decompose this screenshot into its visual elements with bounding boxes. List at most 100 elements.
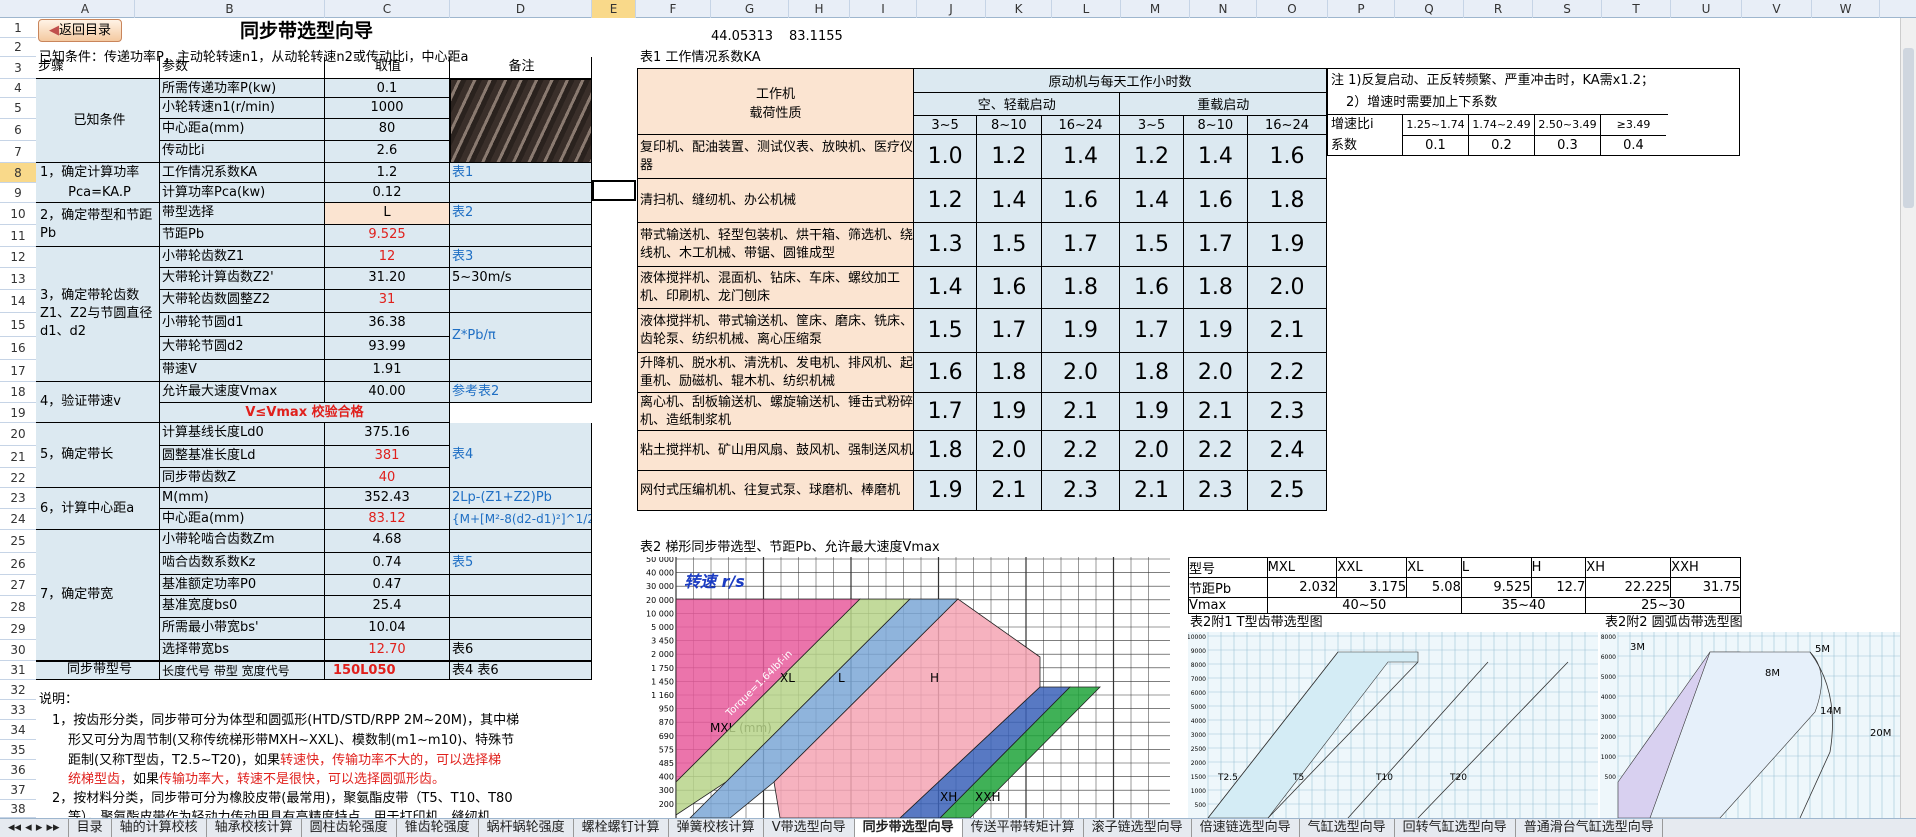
row-header[interactable]: 38 <box>0 800 36 818</box>
ka-value[interactable]: 1.8 <box>1119 352 1184 393</box>
value-cell[interactable]: 1.2 <box>325 163 450 183</box>
ka-value[interactable]: 2.3 <box>1247 392 1327 431</box>
row-header[interactable]: 36 <box>0 760 36 780</box>
ka-value[interactable]: 1.9 <box>912 470 978 511</box>
row-header[interactable]: 16 <box>0 337 36 360</box>
note-link[interactable]: 表4 <box>450 423 592 488</box>
ka-value[interactable]: 2.1 <box>976 470 1042 511</box>
column-header[interactable]: J <box>917 0 986 18</box>
sheet-tab[interactable]: 气缸选型向导 <box>1300 819 1395 837</box>
value-cell[interactable]: 10.04 <box>325 618 450 640</box>
row-header[interactable]: 24 <box>0 509 36 530</box>
column-header[interactable]: Q <box>1395 0 1464 18</box>
ka-value[interactable]: 2.2 <box>1040 430 1121 471</box>
row-header[interactable]: 23 <box>0 488 36 509</box>
value-cell[interactable]: 12.70 <box>325 640 450 661</box>
cell-g1[interactable]: 44.05313 <box>711 27 773 47</box>
selected-cell[interactable] <box>592 180 636 201</box>
ka-value[interactable]: 1.6 <box>1119 266 1184 309</box>
value-cell[interactable]: 93.99 <box>325 337 450 360</box>
row-header[interactable]: 25 <box>0 530 36 553</box>
row-header[interactable]: 3 <box>0 57 36 79</box>
column-header[interactable]: B <box>135 0 325 18</box>
ka-value[interactable]: 2.3 <box>1182 470 1249 511</box>
pitch-value[interactable]: 9.525 <box>1460 577 1532 598</box>
column-header[interactable]: M <box>1121 0 1190 18</box>
row-header[interactable]: 34 <box>0 720 36 740</box>
ka-value[interactable]: 1.7 <box>976 308 1042 353</box>
value-cell[interactable]: L <box>325 203 450 225</box>
row-header[interactable]: 35 <box>0 740 36 760</box>
row-header[interactable]: 9 <box>0 183 36 203</box>
row-header[interactable]: 5 <box>0 98 36 119</box>
ka-value[interactable]: 2.0 <box>1119 430 1184 471</box>
ka-value[interactable]: 2.1 <box>1119 470 1184 511</box>
row-header[interactable]: 26 <box>0 553 36 575</box>
ka-value[interactable]: 1.9 <box>1247 222 1327 267</box>
sheet-tab[interactable]: 螺栓螺钉计算 <box>574 819 669 837</box>
value-cell[interactable]: 25.4 <box>325 596 450 618</box>
sheet-tab[interactable]: 滚子链选型向导 <box>1084 819 1192 837</box>
row-header[interactable]: 10 <box>0 203 36 225</box>
row-header[interactable]: 33 <box>0 700 36 720</box>
row-header[interactable]: 19 <box>0 403 36 423</box>
ka-value[interactable]: 1.9 <box>1119 392 1184 431</box>
column-header[interactable]: G <box>711 0 789 18</box>
row-header[interactable]: 8 <box>0 163 36 183</box>
ka-value[interactable]: 1.4 <box>912 266 978 309</box>
column-header[interactable]: H <box>789 0 850 18</box>
ka-value[interactable]: 1.7 <box>1119 308 1184 353</box>
ka-value[interactable]: 1.6 <box>976 266 1042 309</box>
row-header[interactable]: 18 <box>0 382 36 403</box>
ka-value[interactable]: 2.0 <box>976 430 1042 471</box>
value-cell[interactable]: 150L050 <box>325 661 450 680</box>
value-cell[interactable]: 36.38 <box>325 313 450 337</box>
vmax-value[interactable]: 40~50 <box>1266 597 1462 614</box>
value-cell[interactable]: 0.12 <box>325 183 450 203</box>
ka-value[interactable]: 2.5 <box>1247 470 1327 511</box>
pitch-value[interactable]: 2.032 <box>1266 577 1338 598</box>
sheet-tab[interactable]: 锥齿轮强度 <box>397 819 479 837</box>
note-link[interactable]: 2Lp-(Z1+Z2)Pb <box>450 488 592 509</box>
note-link[interactable]: {M+[M²-8(d2-d1)²]^1/2}/8 <box>450 509 592 530</box>
column-header[interactable]: S <box>1533 0 1602 18</box>
value-cell[interactable]: 1.91 <box>325 360 450 382</box>
column-header[interactable]: C <box>325 0 450 18</box>
value-cell[interactable]: 83.12 <box>325 509 450 530</box>
ka-value[interactable]: 1.7 <box>1040 222 1121 267</box>
ka-value[interactable]: 1.2 <box>976 134 1042 179</box>
note-link[interactable]: 表3 <box>450 247 592 268</box>
row-header[interactable]: 29 <box>0 618 36 640</box>
row-header[interactable]: 31 <box>0 661 36 680</box>
row-header[interactable]: 7 <box>0 141 36 163</box>
cell-h1[interactable]: 83.1155 <box>789 27 843 47</box>
value-cell[interactable]: 1000 <box>325 98 450 119</box>
ka-value[interactable]: 1.8 <box>1182 266 1249 309</box>
value-cell[interactable]: 0.47 <box>325 575 450 596</box>
vmax-value[interactable]: 25~30 <box>1585 597 1741 614</box>
column-header[interactable]: U <box>1671 0 1742 18</box>
value-cell[interactable]: 31 <box>325 290 450 313</box>
row-header[interactable]: 4 <box>0 79 36 98</box>
value-cell[interactable]: 80 <box>325 119 450 141</box>
row-header[interactable]: 32 <box>0 680 36 700</box>
column-header[interactable]: L <box>1052 0 1121 18</box>
column-header[interactable]: T <box>1602 0 1671 18</box>
column-header[interactable]: V <box>1742 0 1812 18</box>
ka-value[interactable]: 1.5 <box>912 308 978 353</box>
value-cell[interactable]: 375.16 <box>325 423 450 446</box>
sheet-tab[interactable]: 回转气缸选型向导 <box>1395 819 1516 837</box>
sheet-tab[interactable]: 轴的计算校核 <box>112 819 207 837</box>
ka-value[interactable]: 1.9 <box>1040 308 1121 353</box>
value-cell[interactable]: 12 <box>325 247 450 268</box>
sheet-tab[interactable]: V带选型向导 <box>764 819 855 837</box>
sheet-tab[interactable]: 传送平带转矩计算 <box>963 819 1084 837</box>
ka-value[interactable]: 1.2 <box>912 178 978 223</box>
row-header[interactable]: 14 <box>0 290 36 313</box>
column-header[interactable]: O <box>1257 0 1328 18</box>
row-header[interactable]: 1 <box>0 18 36 38</box>
ka-value[interactable]: 1.7 <box>1182 222 1249 267</box>
vmax-value[interactable]: 35~40 <box>1460 597 1587 614</box>
row-header[interactable]: 13 <box>0 268 36 290</box>
column-header[interactable]: K <box>986 0 1052 18</box>
